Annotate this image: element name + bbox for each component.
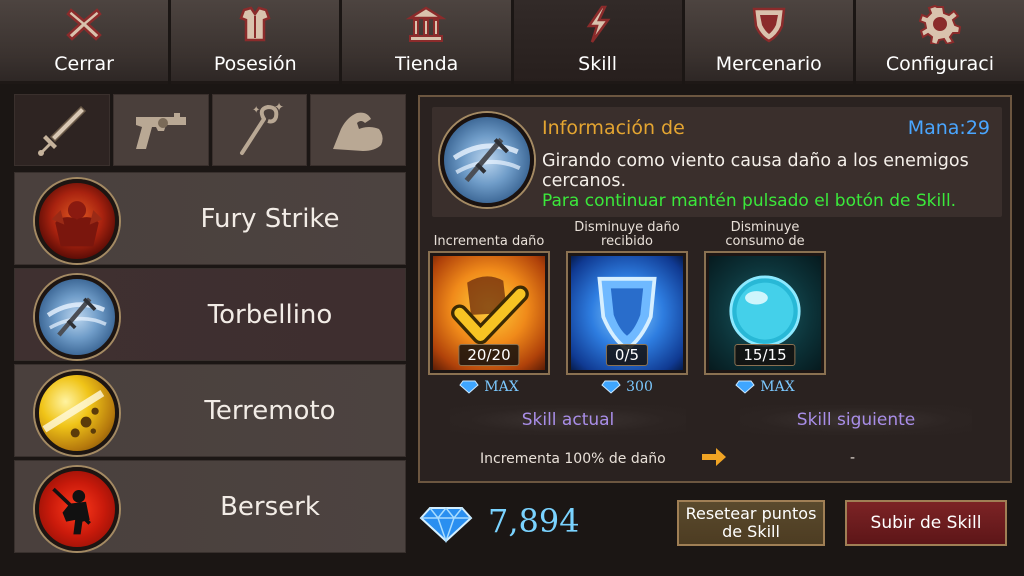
upgrade-label: Incrementa daño: [433, 234, 545, 249]
category-staff[interactable]: ✦ ✦: [211, 94, 308, 166]
skill-info-title: Información de: [542, 117, 685, 139]
reset-skill-points-button[interactable]: Resetear puntos de Skill: [677, 500, 825, 546]
mana-orb-upgrade-icon: 15/15: [706, 253, 824, 373]
mana-label: Mana:: [907, 117, 966, 139]
sword-icon: [37, 105, 86, 156]
shield-upgrade-icon: 0/5: [568, 253, 686, 373]
tab-cerrar[interactable]: Cerrar: [0, 0, 169, 84]
upgrade-cost-value: 300: [626, 379, 653, 395]
upgrade-count: 20/20: [458, 344, 520, 366]
current-skill-effect: Incrementa 100% de daño: [480, 451, 666, 467]
top-tab-bar: Cerrar Posesión Tienda Skill Mercenario: [0, 0, 1024, 84]
skill-name: Fury Strike: [200, 203, 340, 234]
upgrade-label: Disminuye consumo de: [725, 220, 805, 249]
berserk-icon: [35, 467, 119, 551]
upgrade-cost: MAX: [428, 379, 550, 395]
tab-label: Skill: [578, 53, 618, 75]
gear-icon: [918, 4, 961, 44]
tab-mercenario[interactable]: Mercenario: [684, 0, 853, 84]
lightning-icon: [586, 5, 611, 43]
upgrade-cost-value: MAX: [760, 379, 795, 395]
skill-info-header: Información de Mana:29 Girando como vien…: [432, 107, 1002, 217]
upgrade-label: Disminuye daño recibido: [574, 220, 680, 249]
muscle-arm-icon: [333, 112, 383, 151]
shop-icon: [406, 6, 447, 42]
skill-name: Terremoto: [204, 395, 336, 426]
category-sword[interactable]: [14, 94, 110, 166]
tab-configuracion[interactable]: Configuraci: [855, 0, 1024, 84]
skill-item-torbellino[interactable]: Torbellino: [14, 268, 406, 361]
upgrade-count: 15/15: [734, 344, 796, 366]
shield-icon: [752, 7, 786, 43]
tab-tienda[interactable]: Tienda: [342, 0, 511, 84]
svg-text:✦: ✦: [252, 105, 260, 116]
tab-label: Mercenario: [715, 53, 822, 75]
tab-label: Configuraci: [885, 53, 995, 75]
revolver-icon: [135, 113, 186, 149]
whirlwind-icon: [35, 275, 119, 359]
upgrade-cost: 300: [566, 379, 688, 395]
category-gun[interactable]: [112, 94, 209, 166]
upgrade-skill-button[interactable]: Subir de Skill: [845, 500, 1007, 546]
next-skill-label: Skill siguiente: [740, 405, 972, 435]
tab-skill[interactable]: Skill: [513, 0, 682, 84]
current-skill-label: Skill actual: [450, 405, 686, 435]
upgrade-cost: MAX: [704, 379, 826, 395]
upgrade-count: 0/5: [605, 344, 649, 366]
skill-description: Girando como viento causa daño a los ene…: [542, 151, 969, 191]
skill-info-panel: Información de Mana:29 Girando como vien…: [418, 95, 1012, 483]
upgrade-defense[interactable]: Disminuye daño recibido 0/5 300: [566, 221, 688, 395]
gem-balance: 7,894: [488, 502, 580, 540]
svg-text:✦: ✦: [274, 100, 284, 114]
tab-label: Cerrar: [54, 53, 114, 75]
armor-icon: [239, 6, 271, 42]
gem-icon: [601, 380, 621, 394]
weapon-category-row: ✦ ✦: [14, 94, 406, 166]
damage-upgrade-icon: 20/20: [430, 253, 548, 373]
skill-name: Berserk: [220, 491, 320, 522]
tab-label: Tienda: [394, 53, 459, 75]
staff-icon: ✦ ✦: [240, 100, 284, 155]
upgrade-mana[interactable]: Disminuye consumo de 15/15 MAX: [704, 221, 826, 395]
mana-value: 29: [965, 117, 990, 139]
earthquake-icon: [35, 371, 119, 455]
tab-posesion[interactable]: Posesión: [171, 0, 340, 84]
next-skill-effect: -: [850, 450, 856, 466]
skill-item-berserk[interactable]: Berserk: [14, 460, 406, 553]
gem-icon: [459, 380, 479, 394]
whirlwind-icon: [440, 113, 534, 207]
fury-strike-icon: [35, 179, 119, 263]
arrow-right-icon: [702, 448, 726, 466]
skill-item-fury-strike[interactable]: Fury Strike: [14, 172, 406, 265]
gem-icon: [735, 380, 755, 394]
upgrade-cost-value: MAX: [484, 379, 519, 395]
skill-item-terremoto[interactable]: Terremoto: [14, 364, 406, 457]
skill-list: Fury Strike Torbellino Terremoto Berserk: [14, 172, 406, 556]
skill-hint: Para continuar mantén pulsado el botón d…: [542, 191, 957, 211]
category-strength[interactable]: [310, 94, 406, 166]
gem-icon: [419, 507, 473, 543]
upgrade-damage[interactable]: Incrementa daño 20/20 MAX: [428, 221, 550, 395]
skill-name: Torbellino: [207, 299, 333, 330]
close-icon: [66, 8, 102, 41]
mana-cost: Mana:29: [908, 117, 990, 139]
tab-label: Posesión: [213, 53, 297, 75]
